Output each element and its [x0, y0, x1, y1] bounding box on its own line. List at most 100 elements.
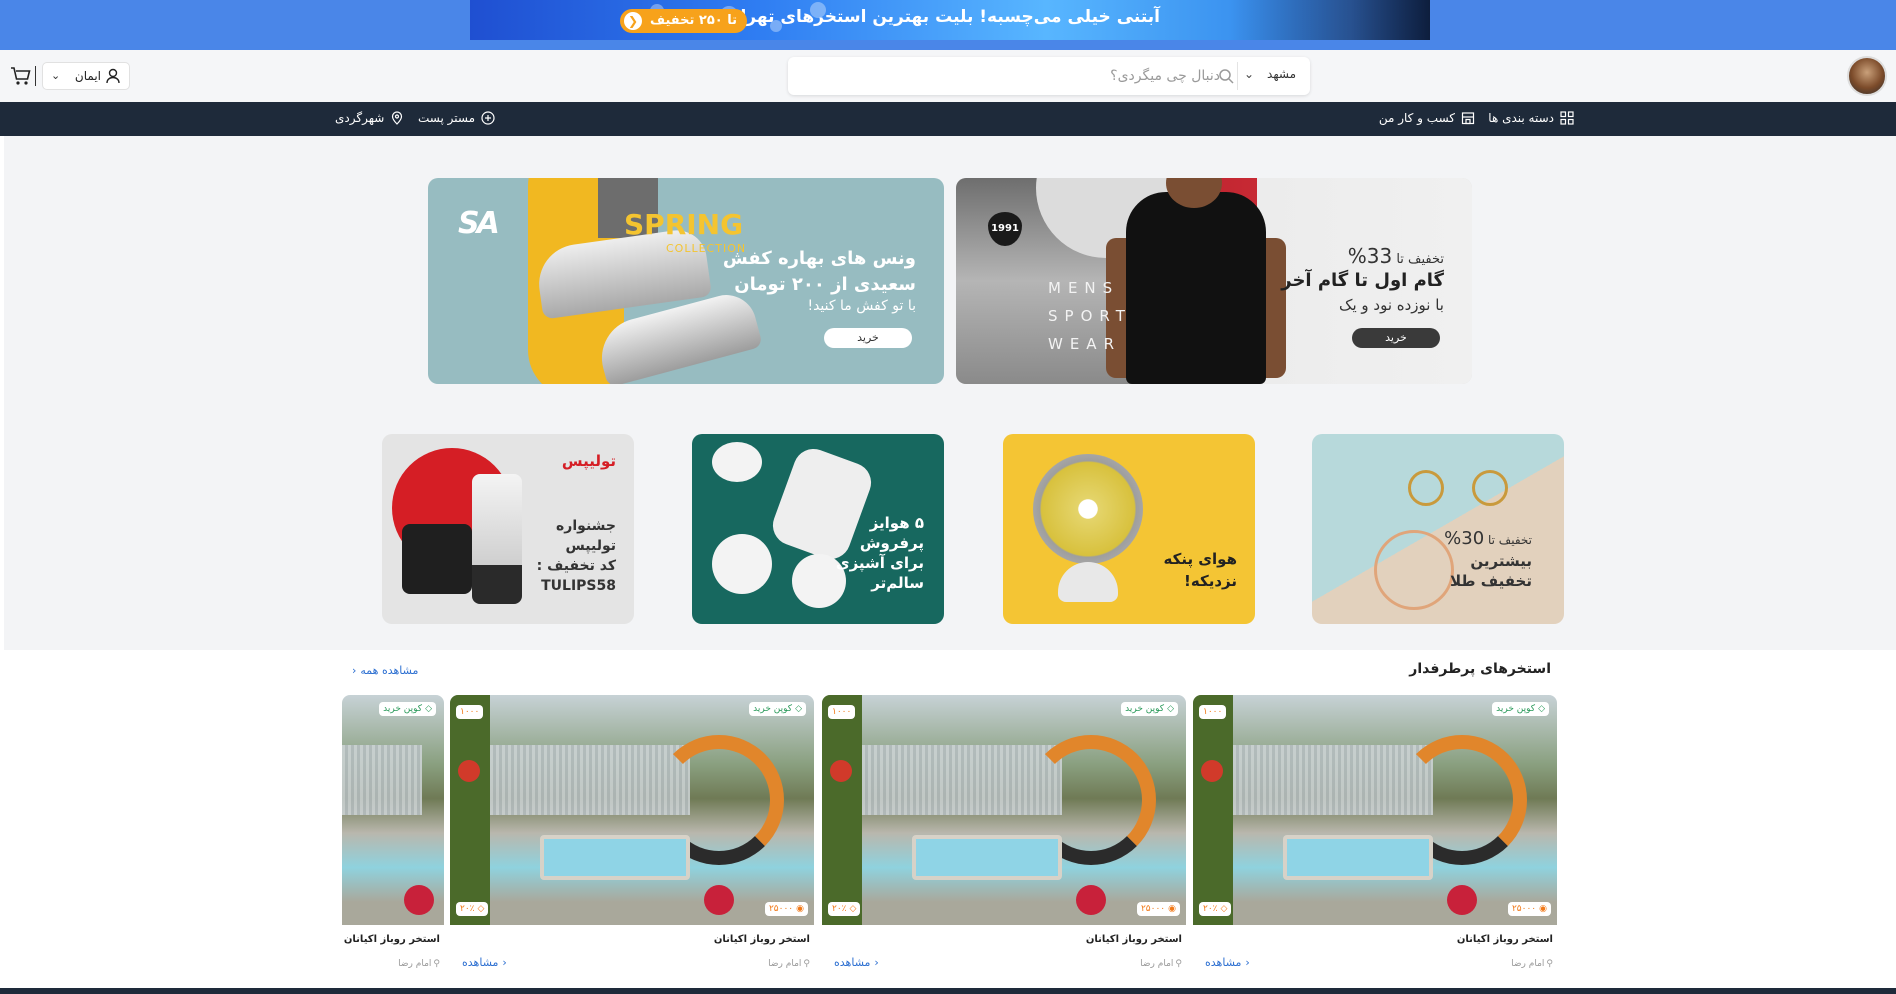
coupon-label: کوپن خرید — [383, 704, 423, 714]
fan-banner[interactable]: هوای پنکه نزدیکه! — [1003, 434, 1255, 624]
discount-line: تخفیف تا 33% — [1348, 244, 1444, 268]
coupon-label: کوپن خرید — [1125, 704, 1165, 714]
pool-card[interactable]: ◇ کوپن خرید ۱۰۰۰ ◉ ۲۵۰۰۰ ◇ ۲۰٪ استخر روباز … — [450, 695, 814, 980]
user-menu-button[interactable]: ایمان ⌄ — [42, 62, 130, 90]
gold-banner[interactable]: تخفیف تا 30% بیشترین تخفیف طلا — [1312, 434, 1564, 624]
swimmer-image — [1230, 0, 1430, 40]
sportswear-banner[interactable]: 1991 MENS SPORT WEAR تخفیف تا 33% گام او… — [956, 178, 1472, 384]
banner-headline: پرفروش — [859, 534, 924, 552]
nav-categories[interactable]: دسته بندی ها — [1488, 111, 1574, 125]
view-label: مشاهده — [462, 956, 499, 969]
fence-decoration — [342, 745, 422, 815]
banner-subtitle: با نوزده نود و یک — [1339, 296, 1444, 314]
location-pin-icon — [392, 111, 403, 125]
see-all-link[interactable]: مشاهده همه ‹ — [352, 664, 418, 677]
buy-button[interactable]: خرید — [1352, 328, 1440, 348]
airfryer-banner[interactable]: ۵ هوایز پرفروش برای آشپزی سالم‌تر — [692, 434, 944, 624]
views-label: ۲۵۰۰۰ — [768, 904, 794, 914]
grid-icon — [1560, 111, 1574, 125]
pool-card[interactable]: ◇ کوپن خرید استخر روباز اکیانان ⚲ امام رضا — [342, 695, 444, 980]
search-input[interactable]: دنبال چی میگردی؟ — [1110, 68, 1220, 84]
pool-card[interactable]: ◇ کوپن خرید ۱۰۰۰ ◉ ۲۵۰۰۰ ◇ ۲۰٪ استخر روباز … — [822, 695, 1186, 980]
brand-wordmark: MENS SPORT WEAR — [1048, 274, 1128, 358]
bracelet-image — [1374, 530, 1454, 610]
header: مشهد ⌄ دنبال چی میگردی؟ ایمان ⌄ — [0, 50, 1896, 102]
tree-decoration — [450, 695, 490, 925]
city-selector[interactable]: مشهد — [1267, 67, 1296, 81]
pool-decoration — [912, 835, 1062, 880]
discount-value: 33% — [1347, 244, 1393, 268]
banner-headline: بیشترین — [1470, 552, 1532, 570]
shoe-banner[interactable]: SA SPRING COLLECTION ونس های بهاره کفش س… — [428, 178, 944, 384]
location-pin-icon: ⚲ — [1546, 959, 1553, 969]
ball-decoration — [404, 885, 434, 915]
coupon-badge: ◇ کوپن خرید — [379, 702, 436, 716]
view-button[interactable]: ‹ مشاهده — [834, 956, 879, 969]
promo-badge-label: تا ۲۵۰ تخفیف — [650, 13, 738, 28]
site-logo-avatar[interactable] — [1847, 56, 1887, 96]
pool-location: ⚲ امام رضا — [1140, 959, 1182, 969]
discount-label: ۱۰۰۰ — [1203, 707, 1223, 717]
nav-mister-post[interactable]: مستر پست — [418, 111, 495, 125]
tulips-banner[interactable]: تولیپس جشنواره تولیپس کد تخفیف : TULIPS5… — [382, 434, 634, 624]
percent-label: ۲۰٪ — [460, 904, 475, 914]
chevron-left-icon: ‹ — [352, 664, 357, 677]
nav-mister-post-label: مستر پست — [418, 111, 476, 125]
eye-icon: ◉ — [1168, 904, 1176, 914]
wordmark-line: MENS — [1048, 279, 1120, 297]
ball-decoration — [830, 760, 852, 782]
chevron-down-icon[interactable]: ⌄ — [1244, 67, 1254, 81]
eye-icon: ◉ — [796, 904, 804, 914]
eye-icon: ◉ — [1539, 904, 1547, 914]
banner-headline: گام اول تا گام آخر — [1281, 270, 1444, 291]
banner-headline: ونس های بهاره کفش — [722, 248, 916, 269]
nav-my-business[interactable]: کسب و کار من — [1379, 111, 1475, 125]
view-button[interactable]: ‹ مشاهده — [1205, 956, 1250, 969]
banners-section — [4, 136, 1896, 650]
promo-banner[interactable]: آبتنی خیلی می‌چسبه! بلیت بهترین استخرهای… — [470, 0, 1430, 40]
chevron-left-icon: ❮ — [624, 12, 642, 30]
pool-location: ⚲ امام رضا — [398, 959, 440, 969]
pool-location: ⚲ امام رضا — [1511, 959, 1553, 969]
percent-label: ۲۰٪ — [1203, 904, 1218, 914]
pool-image — [342, 695, 444, 925]
search-divider — [1237, 62, 1238, 90]
brand-logo: SA — [458, 206, 500, 241]
banner-headline: برای آشپزی — [835, 554, 924, 572]
section-title: استخرهای پرطرفدار — [1409, 661, 1551, 677]
search-icon — [1219, 69, 1234, 84]
discount-prefix: تخفیف تا — [1396, 252, 1444, 267]
chevron-left-icon: ‹ — [874, 956, 879, 969]
discount-line: تخفیف تا 30% — [1444, 528, 1532, 549]
tree-decoration — [822, 695, 862, 925]
cart-icon[interactable] — [10, 66, 32, 86]
nav-city-tour[interactable]: شهرگردی — [335, 111, 404, 125]
location-pin-icon: ⚲ — [803, 959, 810, 969]
pool-image — [822, 695, 1186, 925]
search-bar[interactable]: مشهد ⌄ دنبال چی میگردی؟ — [788, 57, 1310, 95]
discount-code: TULIPS58 — [541, 578, 616, 594]
location-label: امام رضا — [768, 959, 802, 969]
tag-icon: ◇ — [795, 704, 802, 714]
tshirt-image — [1126, 192, 1266, 384]
pool-name: استخر روباز اکیانان — [1085, 934, 1182, 945]
coupon-label: کوپن خرید — [753, 704, 793, 714]
wordmark-line: SPORT — [1048, 307, 1132, 325]
pool-name: استخر روباز اکیانان — [713, 934, 810, 945]
banner-headline: تخفیف طلا — [1450, 572, 1532, 590]
ball-decoration — [1447, 885, 1477, 915]
tag-icon: ◇ — [1167, 704, 1174, 714]
location-pin-icon: ⚲ — [433, 959, 440, 969]
view-button[interactable]: ‹ مشاهده — [462, 956, 507, 969]
pool-location: ⚲ امام رضا — [768, 959, 810, 969]
buy-button[interactable]: خرید — [824, 328, 912, 348]
pool-card[interactable]: ◇ کوپن خرید ۱۰۰۰ ◉ ۲۵۰۰۰ ◇ ۲۰٪ استخر روباز … — [1193, 695, 1557, 980]
nav-city-tour-label: شهرگردی — [335, 111, 385, 125]
coupon-badge: ◇ کوپن خرید — [749, 702, 806, 716]
views-badge: ◉ ۲۵۰۰۰ — [1136, 902, 1180, 916]
store-icon — [1461, 112, 1475, 125]
header-divider — [35, 66, 36, 86]
location-label: امام رضا — [1511, 959, 1545, 969]
banner-headline: جشنواره — [556, 518, 616, 534]
promo-discount-badge[interactable]: تا ۲۵۰ تخفیف ❮ — [620, 9, 748, 33]
